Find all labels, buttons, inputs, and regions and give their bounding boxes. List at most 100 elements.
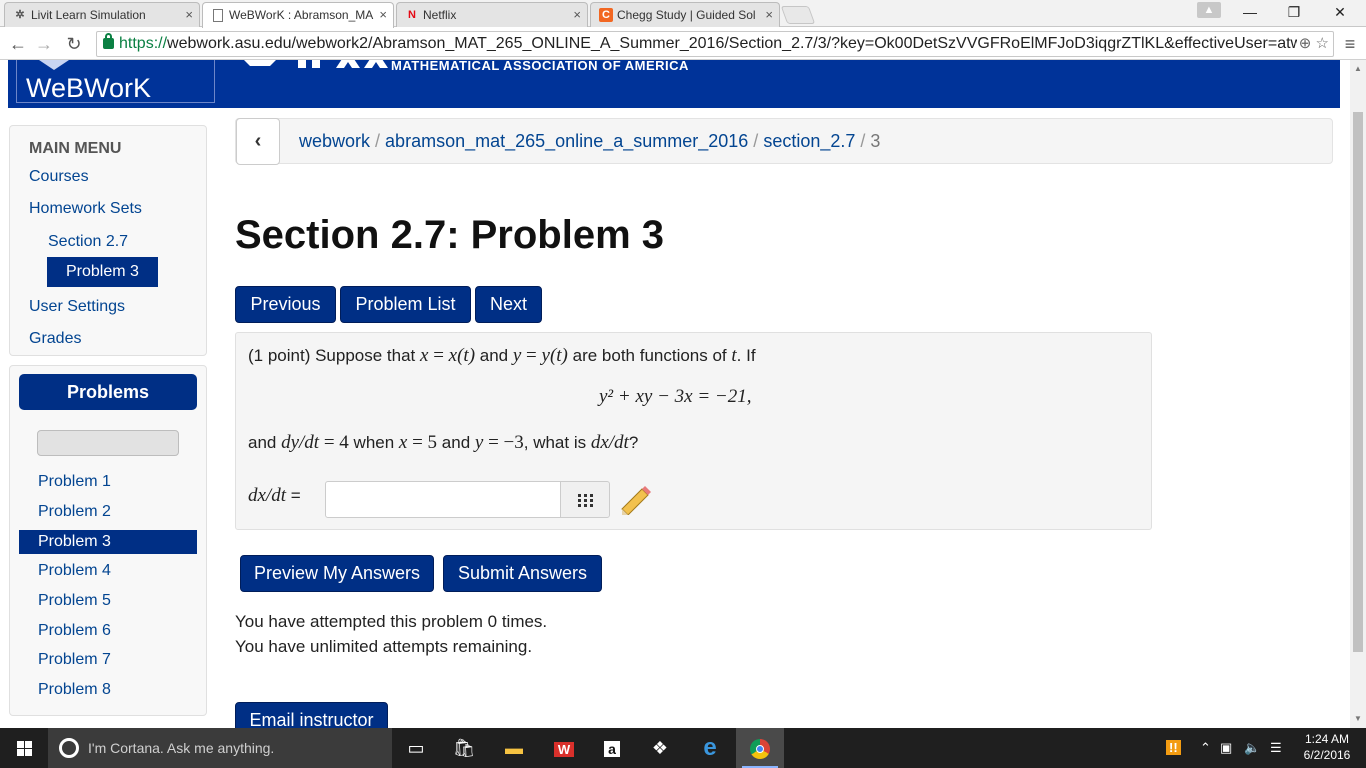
tab-close-icon[interactable]: ×	[765, 7, 773, 22]
problems-filter-bar[interactable]	[37, 430, 179, 456]
tab-title: Livit Learn Simulation	[31, 8, 146, 22]
action-center-icon[interactable]: ☰	[1270, 728, 1282, 768]
profile-icon[interactable]: ▲	[1197, 2, 1221, 18]
equation-palette-button[interactable]	[560, 481, 610, 518]
file-explorer-icon[interactable]: ▬	[490, 728, 538, 768]
webwork-logo[interactable]: WeBWorK	[16, 60, 215, 103]
math-var: y	[541, 345, 550, 366]
breadcrumb-back-button[interactable]: ‹	[236, 118, 280, 165]
livit-icon: ✲	[15, 9, 25, 21]
dropbox-icon[interactable]: ❖	[636, 728, 684, 768]
problems-panel: Problems Problem 1 Problem 2 Problem 3 P…	[9, 365, 207, 716]
logo-hat-icon	[39, 60, 69, 70]
math-op: =	[428, 345, 449, 366]
back-arrow-icon[interactable]: ←	[6, 32, 30, 56]
answer-input[interactable]	[325, 481, 561, 518]
problem-link-1[interactable]: Problem 1	[19, 470, 197, 494]
email-instructor-button[interactable]: Email instructor	[235, 702, 388, 728]
problem-link-6[interactable]: Problem 6	[19, 619, 197, 643]
tab-close-icon[interactable]: ×	[573, 7, 581, 22]
tab-netflix[interactable]: N Netflix ×	[396, 2, 588, 27]
menu-link-grades[interactable]: Grades	[29, 330, 81, 348]
breadcrumb-link-section[interactable]: section_2.7	[763, 131, 855, 151]
main-menu: MAIN MENU Courses Homework Sets Section …	[9, 125, 207, 356]
menu-link-problem[interactable]: Problem 3	[47, 257, 158, 287]
page-icon	[213, 9, 223, 22]
scroll-thumb[interactable]	[1353, 112, 1363, 652]
problems-button[interactable]: Problems	[19, 374, 197, 410]
address-bar[interactable]: https://webwork.asu.edu/webwork2/Abramso…	[96, 31, 1334, 57]
attempts-text: You have attempted this problem 0 times.	[235, 612, 548, 631]
windows-logo-icon	[17, 741, 32, 756]
tab-close-icon[interactable]: ×	[185, 7, 193, 22]
clock-time: 1:24 AM	[1304, 732, 1350, 746]
page-title: Section 2.7: Problem 3	[235, 213, 665, 257]
task-view-icon[interactable]: ▭	[392, 728, 440, 768]
tab-webwork[interactable]: WeBWorK : Abramson_MA ×	[202, 2, 394, 28]
problem-link-2[interactable]: Problem 2	[19, 500, 197, 524]
tab-chegg[interactable]: C Chegg Study | Guided Sol ×	[590, 2, 780, 27]
system-clock[interactable]: 1:24 AM 6/2/2016	[1296, 731, 1358, 763]
bookmark-star-icon[interactable]: ☆	[1316, 35, 1329, 52]
volume-icon[interactable]: 🔈	[1244, 728, 1260, 768]
tab-livit[interactable]: ✲ Livit Learn Simulation ×	[4, 2, 200, 27]
scroll-up-icon[interactable]: ▲	[1350, 64, 1366, 73]
problem-link-5[interactable]: Problem 5	[19, 589, 197, 613]
math-op: = 4	[319, 432, 349, 453]
browser-menu-icon[interactable]: ≡	[1340, 32, 1360, 56]
org-name: MATHEMATICAL ASSOCIATION OF AMERICA	[391, 60, 689, 73]
text-fragment: (1 point) Suppose that	[248, 346, 421, 365]
pencil-icon[interactable]	[618, 485, 652, 515]
cortana-placeholder: I'm Cortana. Ask me anything.	[88, 740, 275, 756]
network-icon[interactable]: ▣	[1220, 728, 1232, 768]
breadcrumb-link-course[interactable]: abramson_mat_265_online_a_summer_2016	[385, 131, 748, 151]
tab-close-icon[interactable]: ×	[379, 7, 387, 22]
problem-link-8[interactable]: Problem 8	[19, 678, 197, 702]
page-scrollbar[interactable]: ▲ ▼	[1350, 60, 1366, 728]
notification-alert-icon[interactable]: !!	[1166, 728, 1181, 768]
problem-list-button[interactable]: Problem List	[340, 286, 471, 323]
breadcrumb-current: 3	[870, 131, 881, 151]
next-button[interactable]: Next	[475, 286, 542, 323]
answer-label: dx/dt =	[248, 485, 301, 507]
menu-link-section[interactable]: Section 2.7	[48, 233, 128, 251]
menu-link-user-settings[interactable]: User Settings	[29, 298, 125, 316]
scroll-down-icon[interactable]: ▼	[1350, 714, 1366, 723]
start-button[interactable]	[0, 728, 48, 768]
text-fragment: =	[286, 486, 301, 505]
maa-logo-icon	[244, 60, 388, 68]
math-var: x	[448, 345, 458, 366]
text-fragment: and	[437, 433, 475, 452]
zoom-icon[interactable]: ⊕	[1299, 35, 1312, 52]
text-fragment: and	[248, 433, 282, 452]
preview-answers-button[interactable]: Preview My Answers	[240, 555, 434, 592]
submit-answers-button[interactable]: Submit Answers	[443, 555, 602, 592]
reload-icon[interactable]: ↻	[62, 32, 86, 56]
chrome-icon[interactable]	[736, 728, 784, 768]
restore-button[interactable]: ❐	[1272, 0, 1316, 26]
breadcrumb-separator: /	[753, 131, 759, 151]
tab-title: Netflix	[423, 8, 457, 22]
menu-link-courses[interactable]: Courses	[29, 168, 89, 186]
cortana-search[interactable]: I'm Cortana. Ask me anything.	[48, 728, 392, 768]
forward-arrow-icon[interactable]: →	[32, 32, 56, 56]
problem-link-7[interactable]: Problem 7	[19, 648, 197, 672]
browser-toolbar: ← → ↻ https://webwork.asu.edu/webwork2/A…	[0, 28, 1366, 60]
tray-chevron-icon[interactable]: ⌃	[1200, 728, 1211, 768]
breadcrumb-link-webwork[interactable]: webwork	[299, 131, 370, 151]
amazon-icon[interactable]: a	[588, 728, 636, 768]
new-tab-button[interactable]	[780, 6, 816, 24]
previous-button[interactable]: Previous	[235, 286, 336, 323]
edge-icon[interactable]: e	[686, 728, 734, 768]
problem-link-4[interactable]: Problem 4	[19, 559, 197, 583]
remaining-attempts-text: You have unlimited attempts remaining.	[235, 637, 533, 656]
close-window-button[interactable]: ✕	[1318, 0, 1362, 26]
wps-icon[interactable]: W	[540, 728, 588, 768]
menu-link-homework-sets[interactable]: Homework Sets	[29, 200, 142, 218]
text-fragment: when	[348, 433, 399, 452]
store-icon[interactable]: 🛍	[440, 728, 488, 768]
math-op: =	[521, 345, 542, 366]
text-fragment: ?	[628, 433, 639, 452]
minimize-button[interactable]: —	[1228, 0, 1272, 26]
problem-link-3[interactable]: Problem 3	[19, 530, 197, 554]
